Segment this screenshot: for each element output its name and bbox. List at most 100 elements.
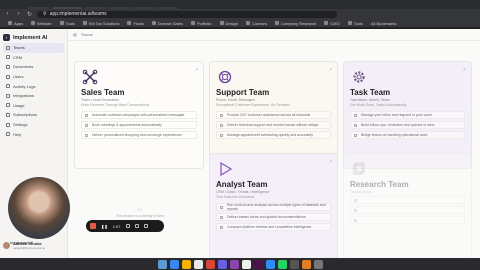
app-icon[interactable] (289, 259, 299, 269)
bookmark[interactable]: Tools (59, 21, 75, 26)
feature-icon (354, 123, 357, 127)
pause-icon[interactable]: ❚❚ (101, 224, 108, 229)
breadcrumb: Teams (80, 32, 93, 37)
brand[interactable]: i Implement AI (3, 32, 64, 43)
finder-icon[interactable] (157, 259, 167, 269)
feature-item: Build follow-ups, reminders and queues i… (350, 121, 465, 129)
sidebar-toggle-icon[interactable]: ▤ (73, 32, 77, 37)
sidebar-item-help[interactable]: Help (3, 129, 64, 139)
feature-icon (354, 113, 357, 117)
avatar (3, 242, 10, 249)
app-icon[interactable] (169, 259, 179, 269)
bookmark-icon (245, 21, 250, 25)
feature-icon (85, 123, 88, 127)
bookmark[interactable]: CMO (324, 21, 340, 26)
sidebar-item-crm[interactable]: CRM (3, 53, 64, 63)
integrations-icon (6, 93, 10, 98)
sidebar-item-integrations[interactable]: Integrations (3, 91, 64, 101)
feature-item: Deliver personalized shopping and concie… (81, 131, 197, 139)
bookmark-icon (127, 21, 132, 25)
feature-icon (220, 225, 223, 229)
play-icon (216, 160, 234, 178)
trash-icon[interactable] (143, 224, 148, 228)
feature-icon (85, 113, 88, 117)
app-icon[interactable] (301, 259, 311, 269)
feature-icon (220, 205, 223, 209)
feature-item: Book meetings & appointments automatical… (81, 121, 197, 129)
address-bar[interactable]: ⚲ app.implementai.ai/teams (37, 10, 337, 18)
presenter-avatar (8, 177, 70, 239)
documents-icon (6, 64, 10, 69)
forward-icon[interactable]: › (15, 11, 22, 17)
card-subtitle: CRM • Data • Trends • Intelligence (216, 190, 270, 194)
card-description: Drive Revenue Through Best Conversations (81, 103, 150, 107)
sidebar-item-subscriptions[interactable]: Subscriptions (3, 110, 64, 120)
bookmark[interactable]: Domain Sales (151, 21, 183, 26)
brand-name: Implement AI (13, 34, 48, 41)
feature-item: Run multi-source analysis across multipl… (216, 203, 331, 211)
sidebar-item-users[interactable]: Users (3, 72, 64, 82)
arrow-icon: ↗ (328, 159, 332, 164)
camera-icon[interactable] (134, 224, 139, 228)
restart-icon[interactable] (125, 224, 130, 228)
bookmark[interactable]: Website (31, 21, 52, 26)
stop-recording-icon[interactable] (90, 223, 96, 229)
feature-item: Bridge teams on handling operational wor… (350, 131, 465, 139)
subscriptions-icon (6, 112, 10, 117)
bookmark[interactable]: Apps (8, 21, 23, 26)
feature-icon (220, 123, 223, 127)
app-icon[interactable] (217, 259, 227, 269)
arrow-icon: ↗ (328, 67, 332, 72)
bookmark[interactable]: Company Research (274, 21, 316, 26)
feature-item: Provide 24/7 customer assistance across … (216, 111, 331, 119)
feature-item: Deliver technical support and resolve is… (216, 121, 331, 129)
chrome-icon[interactable] (205, 259, 215, 269)
bookmark-icon (347, 21, 352, 25)
bookmark[interactable]: Courses (245, 21, 267, 26)
support-icon (216, 68, 234, 86)
sidebar-item-teams[interactable]: Teams (3, 43, 64, 53)
bookmark[interactable]: Portfolio (190, 21, 212, 26)
sidebar-item-activity-logs[interactable]: Activity Logs (3, 81, 64, 91)
back-icon[interactable]: ‹ (4, 11, 11, 17)
trash-icon[interactable] (313, 259, 323, 269)
help-icon (6, 132, 10, 137)
feature-item: Automate outreach campaigns with persona… (81, 111, 197, 119)
zoom-icon[interactable] (265, 259, 275, 269)
whatsapp-icon[interactable] (277, 259, 287, 269)
all-bookmarks[interactable]: All Bookmarks (371, 21, 397, 26)
slack-icon[interactable] (253, 259, 263, 269)
feature-icon (220, 133, 223, 137)
app-icon[interactable] (181, 259, 191, 269)
recording-toolbar: ❚❚ 1:07 (86, 220, 164, 232)
bookmark[interactable]: Flows (127, 21, 144, 26)
bookmark-icon (31, 21, 36, 25)
sidebar-item-settings[interactable]: Settings (3, 120, 64, 130)
feature-item: Manage your inbox and respond in your vo… (350, 111, 465, 119)
user-email: aakash@implementai.ai (13, 246, 46, 250)
bookmark[interactable]: Design (219, 21, 238, 26)
bookmark-icon (59, 21, 64, 25)
bookmark[interactable]: Ext Tax Solutions (82, 21, 119, 26)
card-title: Support Team (216, 88, 270, 97)
bookmark[interactable]: Tools (347, 21, 363, 26)
app-icon[interactable] (193, 259, 203, 269)
card-subtitle: Operations, Admin, Tasks (350, 98, 390, 102)
notion-icon[interactable] (241, 259, 251, 269)
feature-icon (354, 133, 357, 137)
feature-icon (85, 133, 88, 137)
app-window: i Implement AI Teams CRM Documents Users… (0, 29, 480, 262)
logo-icon: i (3, 34, 10, 41)
feature-item (350, 206, 465, 214)
app-icon[interactable] (229, 259, 239, 269)
reload-icon[interactable]: ↻ (26, 11, 33, 18)
user-profile[interactable]: Aakash Shukla aakash@implementai.ai (3, 241, 45, 250)
team-card-analyst[interactable]: ↗ Analyst Team CRM • Data • Trends • Int… (209, 153, 338, 259)
team-card-sales[interactable]: ↗ Sales Team Team • Lead Generation Driv… (74, 61, 204, 169)
macos-dock (0, 258, 480, 270)
bookmark-icon (151, 21, 156, 25)
sidebar-item-documents[interactable]: Documents (3, 62, 64, 72)
copy-icon (350, 160, 368, 178)
sidebar-item-usage[interactable]: Usage (3, 101, 64, 111)
card-subtitle: Team • Lead Generation (81, 98, 119, 102)
